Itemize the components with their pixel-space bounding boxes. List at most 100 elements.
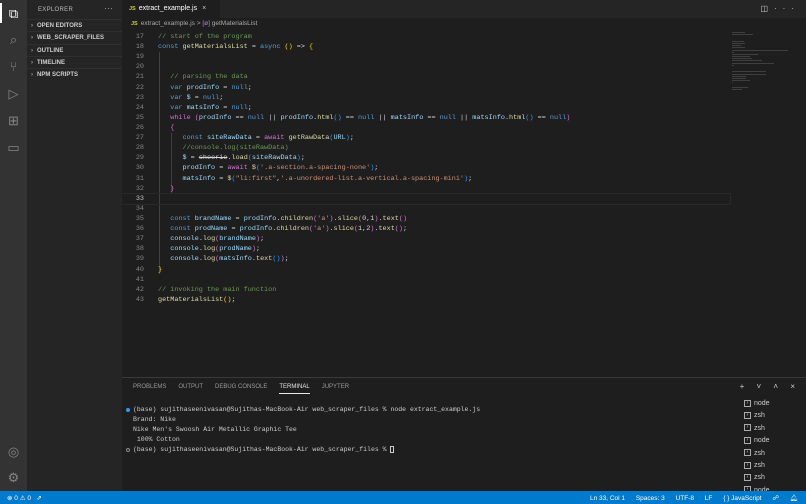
more-actions-button[interactable]: ··· (104, 4, 113, 13)
end-of-line[interactable]: LF (705, 495, 713, 502)
terminal-icon: › (744, 449, 751, 457)
code-text: // start of the program (158, 32, 252, 42)
command-status-icon (126, 408, 130, 412)
encoding[interactable]: UTF-8 (676, 495, 694, 502)
code-line[interactable]: 32 } (122, 184, 730, 194)
code-token: const (170, 214, 195, 223)
tab-problems[interactable]: PROBLEMS (133, 384, 166, 393)
code-line[interactable]: 40} (122, 265, 730, 275)
cursor-position[interactable]: Ln 33, Col 1 (590, 495, 625, 502)
terminal-instance[interactable]: › zsh (744, 460, 770, 472)
status-bar: ⊗ 0 ⚠ 0 ⇗ Ln 33, Col 1 Spaces: 3 UTF-8 L… (0, 491, 806, 504)
minimap-line (732, 42, 745, 44)
extensions-icon[interactable]: ⊞ (5, 112, 22, 129)
code-line[interactable]: 29 $ = cheerio.load(siteRawData); (122, 153, 730, 163)
tab-output[interactable]: OUTPUT (178, 384, 203, 393)
code-line[interactable]: 43 getMaterialsList(); (122, 295, 730, 305)
code-token: ; (284, 255, 289, 264)
code-token: => (292, 43, 309, 52)
terminal-instance[interactable]: ›node (744, 398, 770, 410)
code-line[interactable]: 41 (122, 275, 730, 285)
terminal-cursor (390, 445, 395, 453)
section-web-scraper-files[interactable]: › WEB_SCRAPER_FILES (27, 31, 122, 43)
code-line[interactable]: 25 while (prodInfo == null || prodInfo.h… (122, 113, 730, 123)
terminal-output[interactable]: (base) sujithaseenivasan@Sujithas-MacBoo… (126, 405, 480, 455)
explorer-icon[interactable]: ⧉ (5, 5, 22, 22)
section-open-editors[interactable]: › OPEN EDITORS (27, 19, 122, 31)
code-line[interactable]: 35 const brandName = prodInfo.children('… (122, 214, 730, 224)
code-text: while (prodInfo == null || prodInfo.html… (158, 113, 570, 123)
code-line[interactable]: 36 const prodName = prodInfo.children('a… (122, 224, 730, 234)
code-token: //console.log(siteRawData) (182, 144, 289, 153)
code-token: = (190, 93, 203, 102)
code-token: == (533, 113, 550, 122)
live-share-icon[interactable]: ⇗ (36, 495, 41, 502)
code-text: matsInfo = $("li:first",'.a-unordered-li… (158, 174, 472, 184)
section-outline[interactable]: › OUTLINE (27, 43, 122, 56)
terminal-instance[interactable]: › zsh (744, 448, 770, 460)
code-token: null (439, 113, 456, 122)
split-editor-icon[interactable]: ◫ (760, 4, 774, 13)
code-line[interactable]: 23 var $ = null; (122, 93, 730, 103)
tab-jupyter[interactable]: JUPYTER (322, 384, 349, 393)
code-line[interactable]: 39 console.log(matsInfo.text()); (122, 254, 730, 264)
more-actions-icon[interactable]: ··· (774, 4, 800, 13)
code-line[interactable]: 26 { (122, 123, 730, 133)
error-count[interactable]: 0 (14, 495, 18, 502)
close-tab-icon[interactable]: × (202, 5, 206, 12)
editor-scrollbar[interactable] (796, 32, 806, 372)
language-mode[interactable]: { } JavaScript (723, 495, 761, 502)
terminal-instance[interactable]: › zsh (744, 423, 770, 435)
code-line[interactable]: 17 // start of the program (122, 32, 730, 42)
code-token: prodName (219, 245, 252, 254)
feedback-icon[interactable]: ☍ (772, 495, 779, 502)
code-line[interactable]: 27 const siteRawData = await getRawData(… (122, 133, 730, 143)
line-number: 34 (135, 204, 144, 213)
code-line[interactable]: 33 (121, 192, 731, 205)
terminal-instance[interactable]: ›node (744, 435, 770, 447)
terminal-instance[interactable]: › zsh (744, 410, 770, 422)
warning-count[interactable]: 0 (27, 495, 31, 502)
tab-debug-console[interactable]: DEBUG CONSOLE (215, 384, 267, 393)
code-line[interactable]: 21 // parsing the data (122, 72, 730, 82)
code-token: 'a' (317, 214, 330, 223)
code-line[interactable]: 19 (122, 52, 730, 62)
remote-explorer-icon[interactable]: ▭ (5, 139, 22, 156)
code-line[interactable]: 42 // invoking the main function (122, 285, 730, 295)
section-npm-scripts[interactable]: › NPM SCRIPTS (27, 68, 122, 80)
indentation[interactable]: Spaces: 3 (636, 495, 665, 502)
run-debug-icon[interactable]: ▷ (5, 85, 22, 102)
source-control-icon[interactable]: ⑂ (5, 58, 22, 75)
code-token: null (231, 83, 248, 92)
code-token: text (255, 255, 273, 264)
code-editor[interactable]: 17 // start of the program 18 const getMate… (121, 32, 731, 305)
breadcrumb-file[interactable]: extract_example.js (141, 20, 195, 27)
breadcrumb-symbol[interactable]: getMaterialsList (212, 20, 258, 27)
settings-gear-icon[interactable]: ⚙ (5, 469, 22, 486)
tab-terminal[interactable]: TERMINAL (279, 384, 310, 394)
notifications-bell-icon[interactable]: 🔔︎ (790, 495, 798, 502)
code-line[interactable]: 22 var prodInfo = null; (122, 83, 730, 93)
code-line[interactable]: 38 console.log(prodName); (122, 244, 730, 254)
terminal-instance[interactable]: › zsh (744, 472, 770, 484)
code-line[interactable]: 30 prodInfo = await $('.a-section.a-spac… (122, 163, 730, 173)
code-line[interactable]: 20 (122, 62, 730, 72)
code-line[interactable]: 34 (122, 204, 730, 214)
minimap[interactable] (732, 32, 792, 92)
line-number: 29 (135, 154, 144, 163)
code-line[interactable]: 37 console.log(brandName); (122, 234, 730, 244)
code-line[interactable]: 31 matsInfo = $("li:first",'.a-unordered… (122, 174, 730, 184)
section-timeline[interactable]: › TIMELINE (27, 55, 122, 68)
account-icon[interactable]: ◎ (5, 443, 22, 460)
code-line[interactable]: 24 var matsInfo = null; (122, 103, 730, 113)
tab-extract-example[interactable]: JS extract_example.js × (122, 0, 220, 18)
search-icon[interactable]: ⌕ (5, 31, 22, 48)
line-number: 35 (135, 214, 144, 223)
code-line[interactable]: 18 const getMaterialsList = async () => { (122, 42, 730, 52)
code-line[interactable]: 28 //console.log(siteRawData) (122, 143, 730, 153)
code-token: = (247, 43, 260, 52)
code-token: ; (247, 103, 252, 112)
panel-actions[interactable]: + ˅ ˄ × (740, 382, 800, 391)
